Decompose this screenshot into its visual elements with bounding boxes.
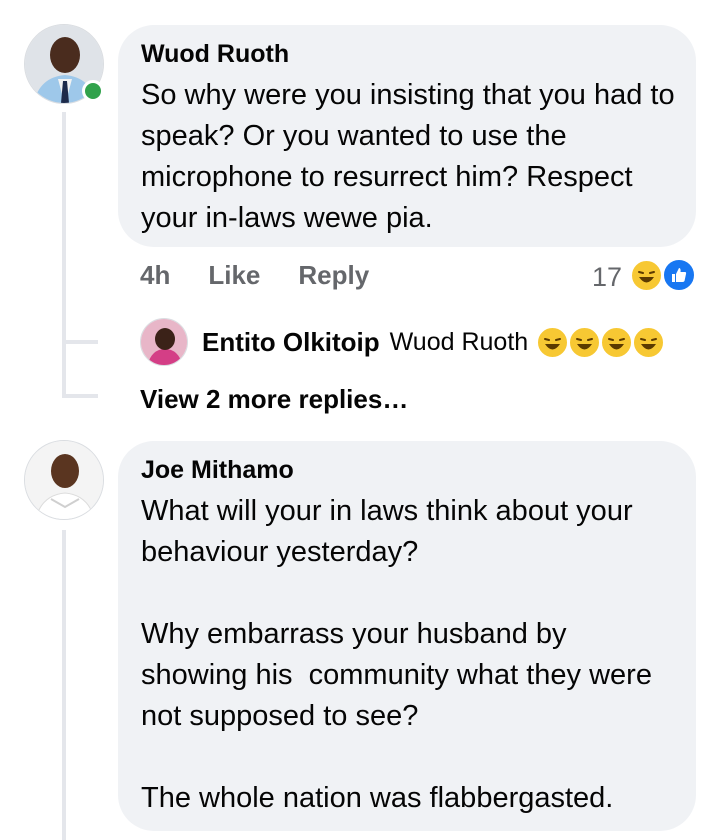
laughing-emoji-icon — [568, 325, 602, 359]
reply-button[interactable]: Reply — [298, 260, 369, 291]
comment-author[interactable]: Joe Mithamo — [141, 455, 676, 485]
avatar-entito-olkitoip[interactable] — [140, 318, 188, 366]
comment-timestamp[interactable]: 4h — [140, 260, 170, 291]
online-status-indicator — [82, 80, 104, 102]
profile-photo-icon — [141, 319, 187, 365]
laughing-emoji-icon — [632, 325, 666, 359]
thread-line-vertical-2 — [62, 530, 66, 840]
thread-line-branch-1 — [62, 340, 98, 344]
thread-line-branch-2 — [62, 394, 98, 398]
comment-actions-1: 4h Like Reply — [140, 260, 369, 291]
comment-text: So why were you insisting that you had t… — [141, 79, 683, 234]
reply-emojis — [536, 325, 666, 359]
laughing-emoji-icon — [600, 325, 634, 359]
profile-photo-icon — [25, 441, 103, 519]
avatar-joe-mithamo[interactable] — [24, 440, 104, 520]
reaction-count[interactable]: 17 — [592, 262, 622, 293]
comment-bubble-2[interactable]: Joe Mithamo What will your in laws think… — [118, 441, 696, 831]
thread-line-vertical — [62, 112, 66, 394]
reply-author[interactable]: Entito Olkitoip — [202, 327, 380, 358]
comment-bubble-1[interactable]: Wuod Ruoth So why were you insisting tha… — [118, 25, 696, 247]
view-more-replies-link[interactable]: View 2 more replies… — [140, 384, 408, 415]
like-reaction-icon[interactable] — [662, 258, 696, 292]
laughing-emoji-icon — [536, 325, 570, 359]
reply-row-1: Entito Olkitoip Wuod Ruoth — [140, 318, 666, 366]
comment-text: What will your in laws think about your … — [141, 495, 652, 814]
laughing-emoji-icon[interactable] — [630, 259, 663, 292]
like-button[interactable]: Like — [208, 260, 260, 291]
reply-mention[interactable]: Wuod Ruoth — [390, 328, 529, 357]
comment-author[interactable]: Wuod Ruoth — [141, 39, 676, 69]
